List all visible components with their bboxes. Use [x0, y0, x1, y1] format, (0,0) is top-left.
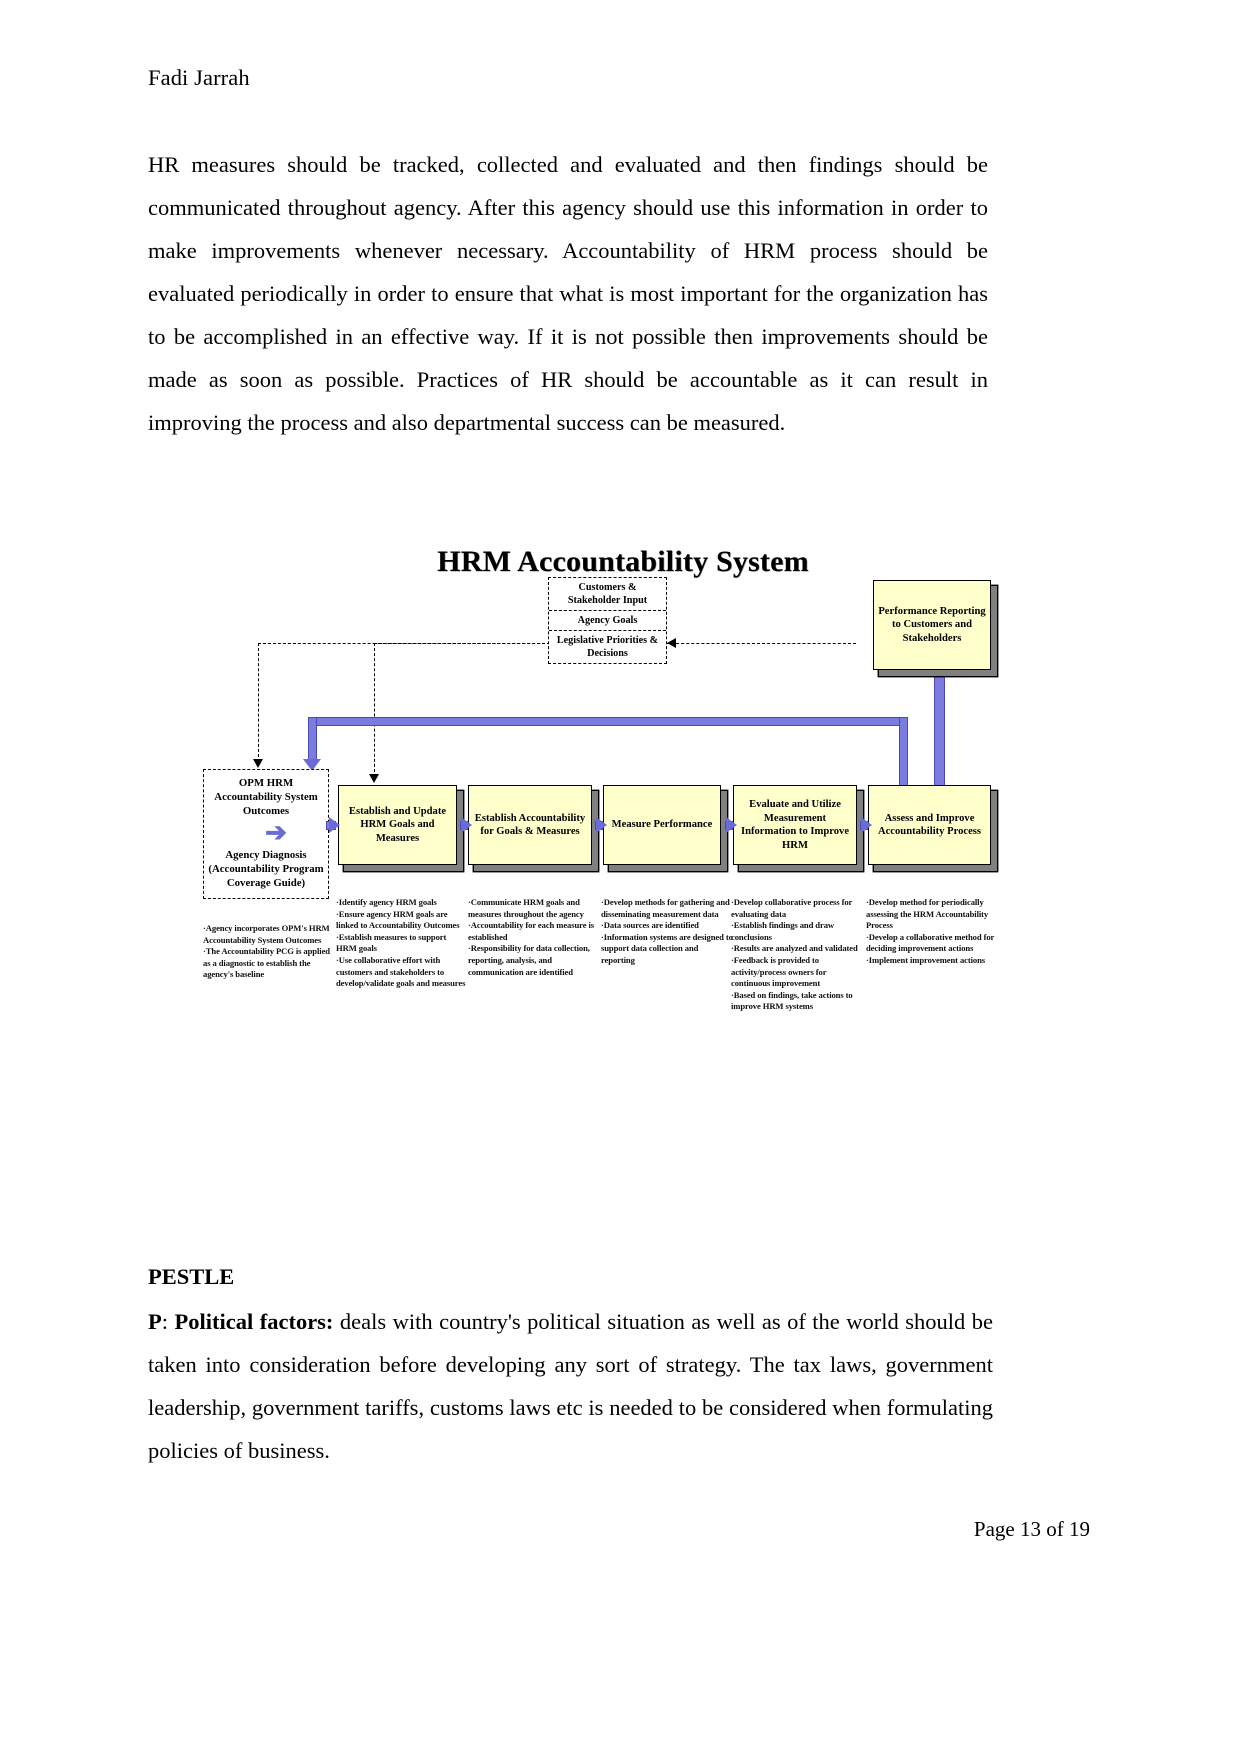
opm-bullets: ·Agency incorporates OPM's HRM Accountab… [203, 923, 331, 981]
arrowhead-right-3 [596, 817, 607, 833]
arrowhead-down-step1 [369, 774, 379, 783]
step-4-bullet-3: ·Feedback is provided to activity/proces… [731, 954, 827, 989]
right-arrow-icon: ➔ [265, 818, 287, 847]
step-box-2: Establish Accountability for Goals & Mea… [468, 785, 592, 865]
step-3-bullet-2: ·Information systems are designed to sup… [601, 931, 733, 965]
step-4-bullet-0: ·Develop collaborative process for evalu… [731, 897, 853, 919]
step-1-bullets: ·Identify agency HRM goals ·Ensure agenc… [336, 897, 468, 990]
step-box-4: Evaluate and Utilize Measurement Informa… [733, 785, 857, 865]
opm-bullet-1: ·The Accountability PCG is applied as a … [203, 946, 330, 980]
step-1-bullet-1: ·Ensure agency HRM goals are linked to A… [336, 908, 460, 931]
step-5-bullet-1: ·Develop a collaborative method for deci… [866, 931, 995, 954]
connector-dashed-mid-horz [374, 643, 550, 644]
running-head: Fadi Jarrah [148, 65, 250, 90]
arrowhead-right-1 [329, 817, 340, 833]
inputs-stack: Customers & Stakeholder Input Agency Goa… [548, 577, 667, 664]
arrowhead-left-stack [667, 638, 676, 648]
page-footer: Page 13 of 19 [973, 1517, 1090, 1541]
step-box-5: Assess and Improve Accountability Proces… [868, 785, 991, 865]
opm-outcomes-box: OPM HRM Accountability System Outcomes ➔… [203, 769, 329, 899]
arrowhead-right-4 [726, 817, 737, 833]
connector-dashed-left-vert [258, 643, 259, 762]
document-page: Fadi Jarrah HR measures should be tracke… [0, 0, 1241, 1754]
step-2-bullet-0: ·Communicate HRM goals and measures thro… [468, 897, 584, 919]
step-2-bullets: ·Communicate HRM goals and measures thro… [468, 897, 600, 978]
step-1-bullet-2: ·Establish measures to support HRM goals [336, 931, 447, 954]
pestle-letter: P [148, 1309, 162, 1334]
step-2-bullet-1: ·Accountability for each measure is esta… [468, 920, 595, 942]
section-heading-pestle: PESTLE [148, 1264, 235, 1289]
input-legislative-priorities: Legislative Priorities & Decisions [556, 635, 659, 659]
step-4-bullet-1: ·Establish findings and draw conclusions [731, 920, 834, 942]
performance-reporting-box: Performance Reporting to Customers and S… [873, 580, 991, 670]
pestle-colon: : [161, 1309, 175, 1334]
step-4-bullet-4: ·Based on findings, take actions to impr… [731, 989, 853, 1012]
connector-dashed-right [666, 643, 856, 644]
input-customers-stakeholder: Customers & Stakeholder Input [549, 578, 666, 611]
flow-bus-horizontal [308, 717, 908, 726]
step-box-3: Measure Performance [603, 785, 721, 865]
opm-outcomes-title: OPM HRM Accountability System Outcomes [214, 777, 318, 817]
opm-diagnosis-subtitle: Agency Diagnosis (Accountability Program… [208, 849, 324, 889]
input-agency-goals: Agency Goals [549, 611, 666, 631]
flow-up-reporting [934, 674, 945, 795]
step-1-bullet-3: ·Use collaborative effort with customers… [336, 954, 466, 989]
step-2-bullet-2: ·Responsibility for data collection, rep… [468, 943, 590, 977]
arrowhead-right-2 [461, 817, 472, 833]
figure-title: HRM Accountability System [437, 545, 809, 578]
flow-bus-down-right [899, 717, 908, 793]
hrm-accountability-figure: HRM Accountability System Customers & St… [148, 545, 1098, 1125]
step-4-bullets: ·Develop collaborative process for evalu… [731, 897, 861, 1013]
pestle-bold-label: Political factors: [174, 1309, 334, 1334]
step-5-bullets: ·Develop method for periodically assessi… [866, 897, 1006, 967]
opm-bullet-0: ·Agency incorporates OPM's HRM Accountab… [203, 923, 330, 945]
connector-dashed-mid-vert [374, 643, 375, 777]
step-1-bullet-0: ·Identify agency HRM goals [336, 897, 437, 907]
step-5-bullet-2: ·Implement improvement actions [866, 954, 986, 965]
step-5-bullet-0: ·Develop method for periodically assessi… [866, 897, 989, 931]
step-4-bullet-2: ·Results are analyzed and validated [731, 943, 858, 954]
arrowhead-right-5 [861, 817, 872, 833]
step-3-bullet-1: ·Data sources are identified [601, 920, 699, 931]
arrowhead-down-opm [253, 759, 263, 768]
step-box-1: Establish and Update HRM Goals and Measu… [338, 785, 457, 865]
body-paragraph-1: HR measures should be tracked, collected… [148, 152, 988, 435]
body-paragraph-pestle: P: Political factors: deals with country… [148, 1300, 993, 1472]
flow-bus-down-left [308, 717, 317, 762]
step-3-bullets: ·Develop methods for gathering and disse… [601, 897, 733, 967]
step-3-bullet-0: ·Develop methods for gathering and disse… [601, 897, 730, 919]
